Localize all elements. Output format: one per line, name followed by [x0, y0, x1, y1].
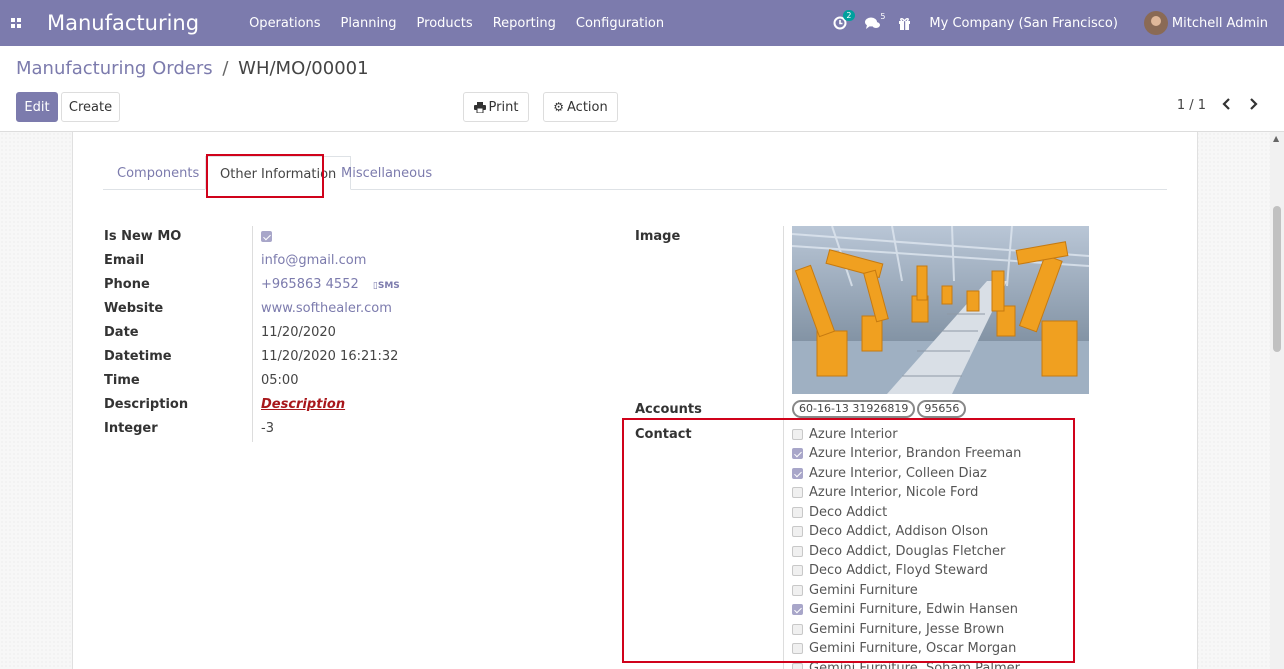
- menu-operations[interactable]: Operations: [249, 16, 320, 31]
- menu-planning[interactable]: Planning: [341, 16, 397, 31]
- app-brand[interactable]: Manufacturing: [47, 11, 199, 35]
- phone-field: +965863 4552 ▯SMS: [261, 277, 400, 292]
- top-navbar: Manufacturing Operations Planning Produc…: [0, 0, 1284, 46]
- tab-miscellaneous[interactable]: Miscellaneous: [327, 156, 446, 190]
- sms-label: SMS: [377, 281, 400, 291]
- action-button[interactable]: ⚙ Action: [543, 92, 618, 122]
- menu-configuration[interactable]: Configuration: [576, 16, 664, 31]
- accounts-tags: 60-16-13 31926819 95656: [792, 400, 968, 418]
- print-icon: [473, 101, 486, 113]
- phone-label: Phone: [104, 277, 150, 292]
- integer-value: -3: [261, 421, 274, 436]
- sms-button[interactable]: ▯SMS: [373, 281, 400, 291]
- create-button[interactable]: Create: [61, 92, 120, 122]
- form-view: Components Other Information Miscellaneo…: [0, 132, 1270, 669]
- pager-value[interactable]: 1 / 1: [1177, 98, 1206, 113]
- menu-products[interactable]: Products: [417, 16, 473, 31]
- date-label: Date: [104, 325, 139, 340]
- phone-link[interactable]: +965863 4552: [261, 277, 359, 292]
- is-new-mo-checkbox[interactable]: [261, 229, 272, 244]
- main-menu: Operations Planning Products Reporting C…: [239, 16, 674, 31]
- description-label: Description: [104, 397, 189, 412]
- form-sheet: Components Other Information Miscellaneo…: [72, 132, 1198, 669]
- gift-icon[interactable]: [898, 17, 911, 30]
- integer-label: Integer: [104, 421, 158, 436]
- account-tag[interactable]: 95656: [917, 400, 967, 418]
- edit-button[interactable]: Edit: [16, 92, 58, 122]
- factory-image[interactable]: [792, 226, 1089, 394]
- contact-highlight-box: [622, 418, 1075, 663]
- email-link[interactable]: info@gmail.com: [261, 253, 366, 268]
- action-label: Action: [567, 99, 608, 115]
- activities-icon[interactable]: 2: [833, 10, 855, 30]
- is-new-mo-label: Is New MO: [104, 229, 182, 244]
- pager-previous-icon[interactable]: [1222, 96, 1232, 115]
- apps-menu-icon[interactable]: [0, 0, 32, 46]
- tab-highlight-box: [206, 154, 324, 198]
- user-menu[interactable]: Mitchell Admin: [1143, 11, 1268, 35]
- breadcrumb: Manufacturing Orders / WH/MO/00001: [16, 58, 369, 79]
- messages-icon[interactable]: 5: [865, 12, 886, 30]
- account-tag[interactable]: 60-16-13 31926819: [792, 400, 916, 418]
- pager-next-icon[interactable]: [1248, 96, 1258, 115]
- control-panel: Manufacturing Orders / WH/MO/00001 Edit …: [0, 46, 1284, 132]
- website-label: Website: [104, 301, 164, 316]
- contact-checkbox[interactable]: [792, 663, 803, 669]
- scrollbar-thumb[interactable]: [1273, 206, 1281, 352]
- website-link[interactable]: www.softhealer.com: [261, 301, 392, 316]
- scroll-up-arrow-icon[interactable]: ▲: [1273, 134, 1279, 143]
- vertical-scrollbar[interactable]: ▲: [1270, 132, 1284, 669]
- tab-components[interactable]: Components: [103, 156, 213, 190]
- accounts-label: Accounts: [635, 402, 702, 417]
- company-switcher[interactable]: My Company (San Francisco): [929, 16, 1117, 31]
- messages-count-badge: 5: [880, 11, 886, 21]
- user-name: Mitchell Admin: [1171, 15, 1268, 31]
- avatar: [1143, 11, 1168, 35]
- description-value: Description: [261, 397, 346, 412]
- breadcrumb-current: WH/MO/00001: [238, 58, 369, 79]
- image-label: Image: [635, 229, 681, 244]
- breadcrumb-parent[interactable]: Manufacturing Orders: [16, 58, 213, 79]
- left-group-divider: [252, 226, 253, 442]
- time-label: Time: [104, 373, 140, 388]
- time-value: 05:00: [261, 373, 299, 388]
- print-label: Print: [488, 99, 519, 115]
- date-value: 11/20/2020: [261, 325, 336, 340]
- menu-reporting[interactable]: Reporting: [493, 16, 556, 31]
- datetime-label: Datetime: [104, 349, 172, 364]
- print-button[interactable]: Print: [463, 92, 529, 122]
- activities-count-badge: 2: [843, 10, 855, 21]
- email-label: Email: [104, 253, 145, 268]
- breadcrumb-separator: /: [222, 58, 229, 79]
- datetime-value: 11/20/2020 16:21:32: [261, 349, 399, 364]
- gear-icon: ⚙: [553, 100, 565, 114]
